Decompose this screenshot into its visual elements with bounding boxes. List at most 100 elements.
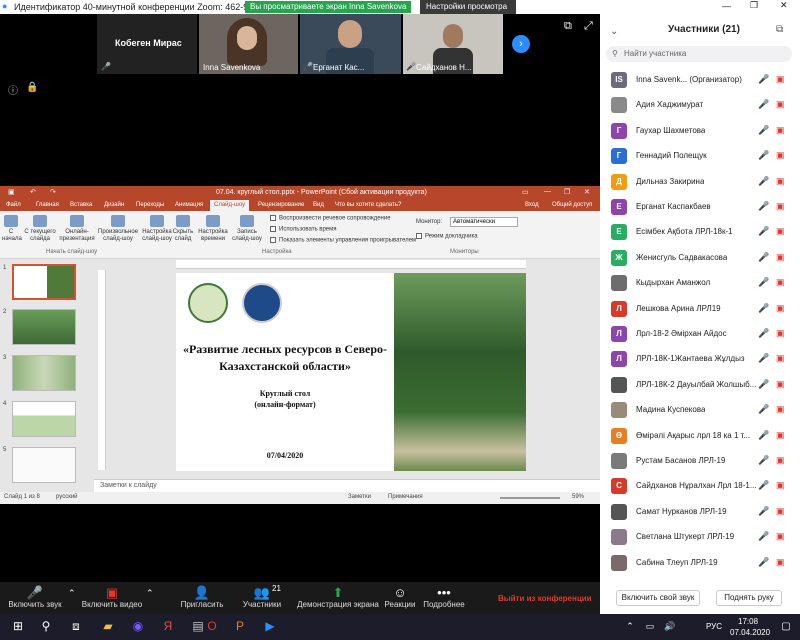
save-icon[interactable]: ▣ xyxy=(8,188,15,196)
unmute-button[interactable]: 🎤 Включить звук xyxy=(4,585,66,609)
participant-row[interactable]: Мадина Куспекова 🎤 ▣ xyxy=(606,399,794,423)
keyboard-language[interactable]: РУС xyxy=(706,622,722,631)
timings-checkbox[interactable]: Использовать время xyxy=(270,226,337,233)
ppt-close-icon[interactable]: ✕ xyxy=(584,188,590,196)
participant-row[interactable]: Л ЛРЛ-18К-1Жантаева Жұлдыз 🎤 ▣ xyxy=(606,348,794,372)
tab-home[interactable]: Главная xyxy=(36,202,59,208)
participant-row[interactable]: Рустам Басанов ЛРЛ-19 🎤 ▣ xyxy=(606,450,794,474)
rehearse-button[interactable]: Настройка времени xyxy=(198,215,228,243)
online-present-button[interactable]: Онлайн-презентация xyxy=(58,215,96,243)
share-screen-button[interactable]: ⬆ Демонстрация экрана xyxy=(296,585,380,609)
participant-row[interactable]: Л Лрл-18-2 Әмірхан Айдос 🎤 ▣ xyxy=(606,323,794,347)
tab-view[interactable]: Вид xyxy=(313,202,324,208)
participant-search-input[interactable]: ⚲ Найти участника xyxy=(606,46,792,62)
file-explorer-icon[interactable]: ▰ xyxy=(100,618,116,635)
hide-slide-button[interactable]: Скрыть слайд xyxy=(172,215,194,243)
tab-insert[interactable]: Вставка xyxy=(70,202,92,208)
popout-icon[interactable]: ⧉ xyxy=(776,24,783,35)
unmute-self-button[interactable]: Включить свой звук xyxy=(616,590,700,606)
search-icon[interactable]: ⚲ xyxy=(38,618,54,635)
minimize-icon[interactable]: — xyxy=(722,1,731,11)
invite-button[interactable]: 👤 Пригласить xyxy=(176,585,228,609)
raise-hand-button[interactable]: Поднять руку xyxy=(716,590,782,606)
windows-start-icon[interactable]: ⊞ xyxy=(10,618,26,635)
media-controls-checkbox[interactable]: Показать элементы управления проигрывате… xyxy=(270,237,416,244)
custom-show-button[interactable]: Произвольное слайд-шоу xyxy=(98,215,138,243)
leave-meeting-button[interactable]: Выйти из конференции xyxy=(498,594,592,603)
video-tile[interactable]: Inna Savenkova xyxy=(199,14,298,74)
participant-row[interactable]: Ө Өмірәлі Ақарыс лрл 18 ка 1 т... 🎤 ▣ xyxy=(606,425,794,449)
start-video-button[interactable]: ▣ Включить видео xyxy=(80,585,144,609)
view-options-button[interactable]: Настройки просмотра xyxy=(420,0,516,14)
fullscreen-icon[interactable]: ⤢ xyxy=(584,20,593,33)
tab-slideshow[interactable]: Слайд-шоу xyxy=(210,200,250,211)
lock-icon[interactable]: 🔒 xyxy=(26,82,38,93)
tab-file[interactable]: Файл xyxy=(6,202,21,208)
presenter-view-checkbox[interactable]: Режим докладчика xyxy=(416,233,478,240)
share-link[interactable]: Общий доступ xyxy=(552,202,592,208)
next-page-icon[interactable]: › xyxy=(512,35,530,53)
video-tile[interactable]: Кобеген Мирас 🎤 xyxy=(97,14,197,74)
participant-row[interactable]: Г Гаухар Шахметова 🎤 ▣ xyxy=(606,120,794,144)
slide-thumbnail[interactable] xyxy=(12,355,76,391)
sign-in-link[interactable]: Вход xyxy=(525,202,539,208)
close-icon[interactable]: ✕ xyxy=(780,0,788,11)
ppt-maximize-icon[interactable]: ❐ xyxy=(564,188,570,196)
tell-me-search[interactable]: Что вы хотите сделать? xyxy=(335,202,401,208)
current-slide[interactable]: «Развитие лесных ресурсов в Северо-Казах… xyxy=(176,273,526,471)
participant-row[interactable]: ЛРЛ-18К-2 Дауылбай Жолшыб... 🎤 ▣ xyxy=(606,374,794,398)
volume-icon[interactable]: 🔊 xyxy=(662,618,678,635)
browser-icon[interactable]: ◉ xyxy=(130,618,146,635)
zoom-level[interactable]: 59% xyxy=(572,494,584,500)
participant-row[interactable]: Е Есімбек Ақбота ЛРЛ-18к-1 🎤 ▣ xyxy=(606,221,794,245)
zoom-slider[interactable] xyxy=(500,497,560,499)
video-options-caret-icon[interactable]: ⌃ xyxy=(146,588,154,599)
participant-row[interactable]: С Сайдханов Нұралхан Лрл 18-1... 🎤 ▣ xyxy=(606,475,794,499)
audio-options-caret-icon[interactable]: ⌃ xyxy=(68,588,76,599)
maximize-icon[interactable]: ❐ xyxy=(750,0,758,11)
yandex-icon[interactable]: Я xyxy=(160,618,176,635)
notes-toggle[interactable]: Заметки xyxy=(348,494,371,500)
reactions-button[interactable]: ☺ Реакции xyxy=(380,585,420,609)
ppt-minimize-icon[interactable]: — xyxy=(544,188,551,195)
collapse-chevron-icon[interactable]: ⌄ xyxy=(610,26,618,37)
network-icon[interactable]: ▭ xyxy=(642,618,658,635)
notification-chevron-icon[interactable]: ⌃ xyxy=(622,618,638,635)
participant-row[interactable]: Адия Хаджимурат 🎤 ▣ xyxy=(606,94,794,118)
action-center-icon[interactable]: ▢ xyxy=(778,618,794,635)
notes-pane[interactable]: Заметки к слайду xyxy=(94,479,600,492)
tab-animations[interactable]: Анимация xyxy=(175,202,203,208)
monitor-select[interactable]: Автоматически xyxy=(450,217,518,227)
participant-row[interactable]: Ж Женисгуль Садвакасова 🎤 ▣ xyxy=(606,247,794,271)
redo-icon[interactable]: ↷ xyxy=(50,188,56,196)
ribbon-display-icon[interactable]: ▭ xyxy=(522,188,529,196)
video-tile[interactable]: 🎤 Ерганат Кас... xyxy=(300,14,401,74)
info-icon[interactable]: ⓘ xyxy=(8,82,18,97)
tab-review[interactable]: Рецензирование xyxy=(258,202,304,208)
narration-checkbox[interactable]: Воспроизвести речевое сопровождение xyxy=(270,215,391,222)
tab-design[interactable]: Дизайн xyxy=(104,202,124,208)
participant-row[interactable]: Д Дильназ Закирина 🎤 ▣ xyxy=(606,171,794,195)
participant-row[interactable]: Сабина Тлеуп ЛРЛ-19 🎤 ▣ xyxy=(606,552,794,576)
comments-toggle[interactable]: Примечания xyxy=(388,494,423,500)
undo-icon[interactable]: ↶ xyxy=(30,188,36,196)
from-current-button[interactable]: С текущего слайда xyxy=(24,215,56,243)
task-view-icon[interactable]: ⧈ xyxy=(68,618,84,635)
participant-row[interactable]: Г Геннадий Полещук 🎤 ▣ xyxy=(606,145,794,169)
record-show-button[interactable]: Запись слайд-шоу xyxy=(230,215,264,243)
video-tile[interactable]: 🎤 Сайдханов Н... xyxy=(403,14,503,74)
slide-thumbnail[interactable] xyxy=(12,447,76,483)
participant-row[interactable]: Самат Нурканов ЛРЛ-19 🎤 ▣ xyxy=(606,501,794,525)
more-button[interactable]: ••• Подробнее xyxy=(422,585,466,609)
from-start-button[interactable]: С начала xyxy=(2,215,22,243)
participant-row[interactable]: Светлана Штукерт ЛРЛ-19 🎤 ▣ xyxy=(606,526,794,550)
slide-thumbnail[interactable] xyxy=(12,309,76,345)
setup-show-button[interactable]: Настройка слайд-шоу xyxy=(142,215,172,243)
split-view-icon[interactable]: ⧉ xyxy=(564,20,572,33)
opera-icon[interactable]: O xyxy=(204,618,220,635)
powerpoint-icon[interactable]: P xyxy=(232,618,248,635)
participant-row[interactable]: Кыдырхан Аманжол 🎤 ▣ xyxy=(606,272,794,296)
tab-transitions[interactable]: Переходы xyxy=(136,202,164,208)
participant-row[interactable]: IS Inna Savenk... (Организатор) 🎤 ▣ xyxy=(606,69,794,93)
slide-thumbnail[interactable] xyxy=(12,401,76,437)
